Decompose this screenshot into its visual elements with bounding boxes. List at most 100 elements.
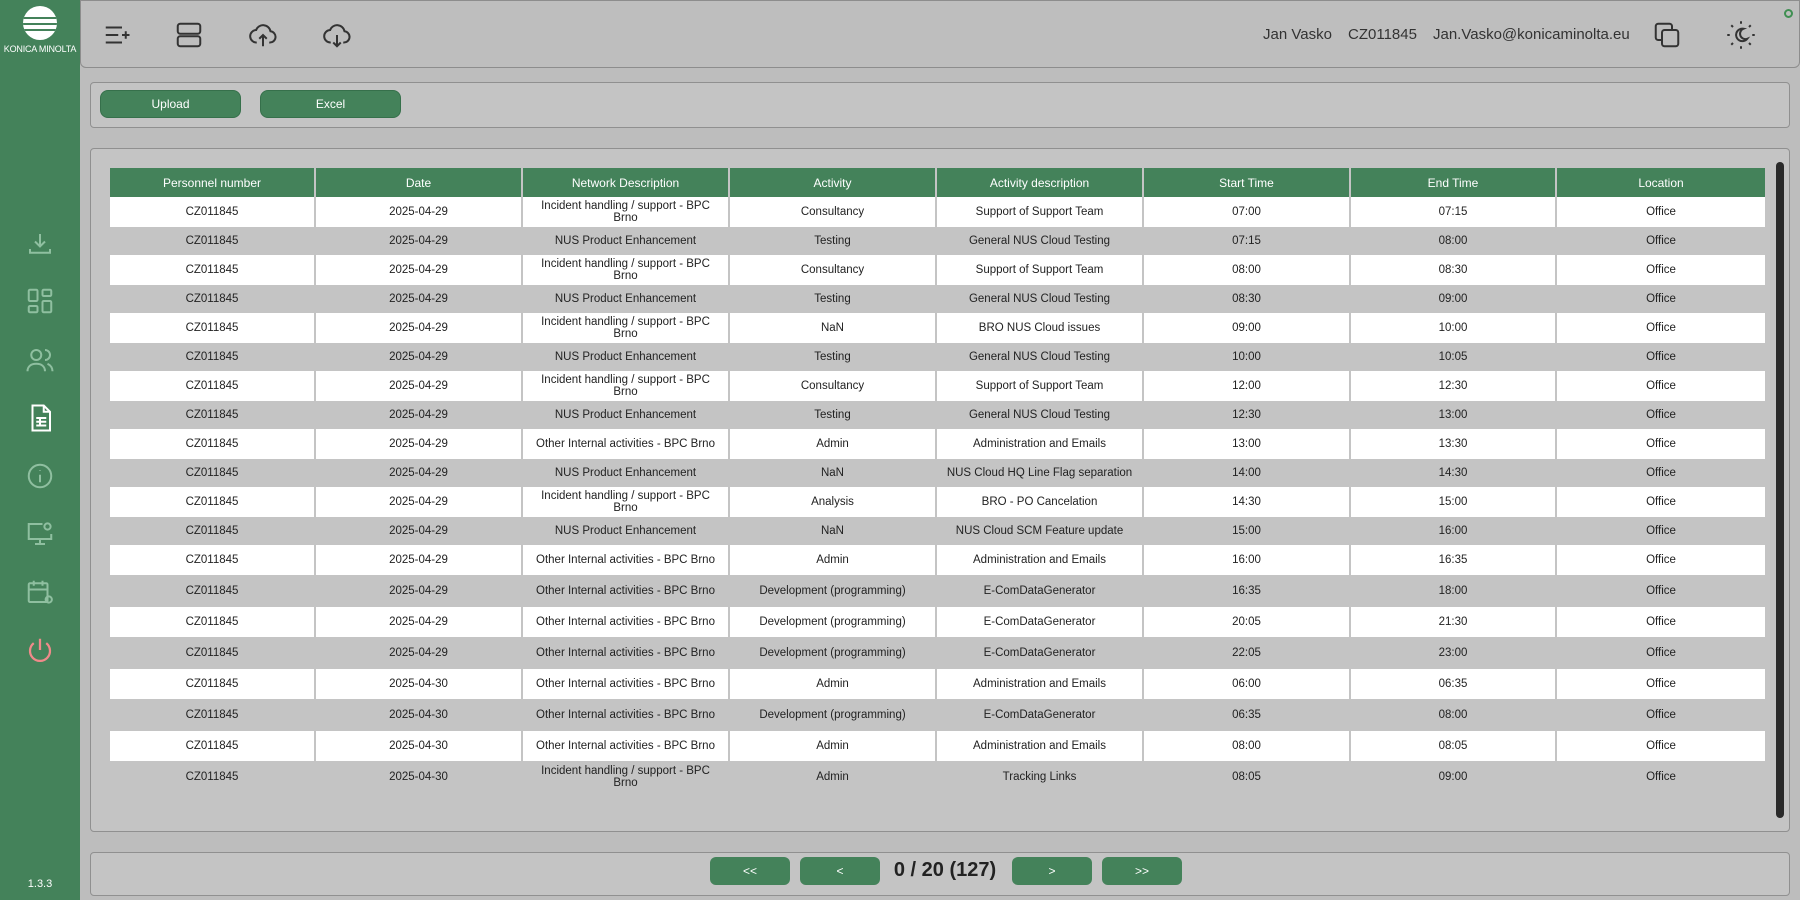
cell-personnel: CZ011845: [110, 460, 316, 486]
column-header-start-time[interactable]: Start Time: [1144, 168, 1351, 197]
cell-end-time: 06:35: [1351, 669, 1557, 699]
cell-location: Office: [1646, 322, 1676, 334]
table-row[interactable]: CZ011845 2025-04-29 NUS Product Enhancemen…: [110, 344, 1765, 371]
cloud-upload-icon[interactable]: [245, 17, 281, 53]
first-page-button[interactable]: <<: [710, 857, 790, 885]
column-header-activity-desc[interactable]: Activity description: [937, 168, 1144, 197]
cell-activity-desc: BRO - PO Cancelation: [937, 487, 1144, 517]
table-row[interactable]: CZ011845 2025-04-29 Incident handling / su…: [110, 487, 1765, 518]
top-bar: Jan Vasko CZ011845 Jan.Vasko@konicaminol…: [80, 0, 1800, 68]
cell-location: Office: [1646, 585, 1676, 597]
cell-location: Office: [1646, 409, 1676, 421]
table-body: CZ011845 2025-04-29 Incident handling / su…: [110, 197, 1765, 793]
server-icon[interactable]: [171, 17, 207, 53]
table-row[interactable]: CZ011845 2025-04-29 Incident handling / su…: [110, 197, 1765, 228]
column-header-location[interactable]: Location: [1557, 168, 1765, 197]
user-name: Jan Vasko: [1263, 26, 1332, 43]
cell-end-time: 08:05: [1351, 731, 1557, 761]
cell-activity: Admin: [730, 762, 937, 792]
cell-personnel: CZ011845: [110, 402, 316, 428]
cell-activity: Admin: [730, 669, 937, 699]
cell-end-time: 16:00: [1351, 518, 1557, 544]
report-icon[interactable]: [24, 402, 56, 434]
cell-location: Office: [1646, 264, 1676, 276]
table-row[interactable]: CZ011845 2025-04-29 Incident handling / su…: [110, 371, 1765, 402]
column-header-date[interactable]: Date: [316, 168, 523, 197]
table-row[interactable]: CZ011845 2025-04-30 Other Internal activit…: [110, 731, 1765, 762]
cell-date: 2025-04-30: [316, 731, 523, 761]
cell-network: Other Internal activities - BPC Brno: [523, 429, 730, 459]
table-scrollbar[interactable]: [1776, 162, 1784, 818]
cell-activity-desc: BRO NUS Cloud issues: [937, 313, 1144, 343]
cell-activity-desc: Support of Support Team: [937, 255, 1144, 285]
dashboard-icon[interactable]: [24, 285, 56, 317]
theme-toggle-icon[interactable]: [1723, 17, 1759, 53]
table-row[interactable]: CZ011845 2025-04-30 Incident handling / su…: [110, 762, 1765, 793]
column-header-end-time[interactable]: End Time: [1351, 168, 1557, 197]
cell-start-time: 07:15: [1144, 228, 1351, 254]
table-row[interactable]: CZ011845 2025-04-29 NUS Product Enhancemen…: [110, 518, 1765, 545]
table-row[interactable]: CZ011845 2025-04-29 Other Internal activit…: [110, 429, 1765, 460]
cell-personnel: CZ011845: [110, 576, 316, 606]
cell-end-time: 23:00: [1351, 638, 1557, 668]
info-icon[interactable]: [24, 460, 56, 492]
table-row[interactable]: CZ011845 2025-04-29 Other Internal activit…: [110, 545, 1765, 576]
download-icon[interactable]: [24, 228, 56, 260]
table-row[interactable]: CZ011845 2025-04-29 Other Internal activit…: [110, 607, 1765, 638]
cell-date: 2025-04-29: [316, 607, 523, 637]
prev-page-button[interactable]: <: [800, 857, 880, 885]
cell-personnel: CZ011845: [110, 487, 316, 517]
cell-network: Other Internal activities - BPC Brno: [523, 545, 730, 575]
cell-personnel: CZ011845: [110, 545, 316, 575]
copy-icon[interactable]: [1649, 17, 1685, 53]
action-toolbar: Upload Excel: [90, 82, 1790, 128]
cell-date: 2025-04-29: [316, 429, 523, 459]
last-page-button[interactable]: >>: [1102, 857, 1182, 885]
column-header-personnel[interactable]: Personnel number: [110, 168, 316, 197]
table-row[interactable]: CZ011845 2025-04-29 NUS Product Enhancemen…: [110, 460, 1765, 487]
cell-start-time: 12:30: [1144, 402, 1351, 428]
excel-button[interactable]: Excel: [260, 90, 401, 118]
cell-location: Office: [1646, 235, 1676, 247]
column-header-network[interactable]: Network Description: [523, 168, 730, 197]
table-row[interactable]: CZ011845 2025-04-30 Other Internal activit…: [110, 669, 1765, 700]
cell-activity: Development (programming): [730, 700, 937, 730]
cell-personnel: CZ011845: [110, 344, 316, 370]
upload-button[interactable]: Upload: [100, 90, 241, 118]
cell-network: Other Internal activities - BPC Brno: [523, 638, 730, 668]
cell-end-time: 12:30: [1351, 371, 1557, 401]
power-icon[interactable]: [24, 634, 56, 666]
users-icon[interactable]: [24, 344, 56, 376]
cloud-download-icon[interactable]: [319, 17, 355, 53]
table-row[interactable]: CZ011845 2025-04-30 Other Internal activit…: [110, 700, 1765, 731]
table-row[interactable]: CZ011845 2025-04-29 NUS Product Enhancemen…: [110, 402, 1765, 429]
cell-network: Incident handling / support - BPC Brno: [523, 762, 730, 792]
table-row[interactable]: CZ011845 2025-04-29 Incident handling / su…: [110, 255, 1765, 286]
cell-personnel: CZ011845: [110, 371, 316, 401]
cell-activity: Development (programming): [730, 638, 937, 668]
cell-network: Other Internal activities - BPC Brno: [523, 607, 730, 637]
cell-activity-desc: Administration and Emails: [937, 669, 1144, 699]
cell-activity: NaN: [730, 460, 937, 486]
table-row[interactable]: CZ011845 2025-04-29 NUS Product Enhancemen…: [110, 228, 1765, 255]
table-row[interactable]: CZ011845 2025-04-29 Other Internal activit…: [110, 638, 1765, 669]
table-row[interactable]: CZ011845 2025-04-29 Other Internal activit…: [110, 576, 1765, 607]
column-header-activity[interactable]: Activity: [730, 168, 937, 197]
next-page-button[interactable]: >: [1012, 857, 1092, 885]
cell-personnel: CZ011845: [110, 286, 316, 312]
cell-location: Office: [1646, 525, 1676, 537]
cell-date: 2025-04-29: [316, 255, 523, 285]
cell-date: 2025-04-29: [316, 576, 523, 606]
add-list-icon[interactable]: [99, 17, 135, 53]
cell-personnel: CZ011845: [110, 700, 316, 730]
cell-activity-desc: General NUS Cloud Testing: [937, 402, 1144, 428]
cell-location: Office: [1646, 496, 1676, 508]
table-row[interactable]: CZ011845 2025-04-29 Incident handling / su…: [110, 313, 1765, 344]
cell-network: Other Internal activities - BPC Brno: [523, 576, 730, 606]
calendar-settings-icon[interactable]: [24, 576, 56, 608]
table-row[interactable]: CZ011845 2025-04-29 NUS Product Enhancemen…: [110, 286, 1765, 313]
monitor-settings-icon[interactable]: [24, 518, 56, 550]
cell-activity: Consultancy: [730, 255, 937, 285]
cell-date: 2025-04-29: [316, 313, 523, 343]
cell-network: NUS Product Enhancement: [523, 518, 730, 544]
